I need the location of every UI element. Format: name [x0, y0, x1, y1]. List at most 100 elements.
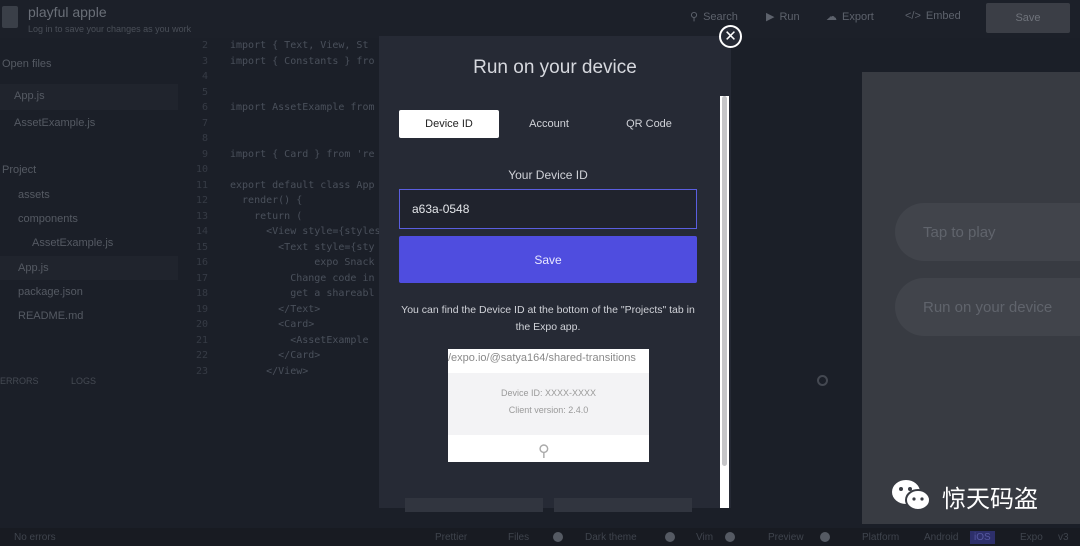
code-line: <View style={styles	[230, 226, 381, 237]
open-file-item[interactable]: AssetExample.js	[14, 117, 95, 129]
code-line: expo Snack	[230, 257, 375, 268]
project-header: Project	[2, 164, 37, 176]
files-toggle[interactable]: Files	[508, 532, 529, 543]
platform-label: Platform	[862, 532, 900, 543]
code-line: <Card>	[230, 319, 315, 330]
line-number: 21	[195, 334, 208, 346]
project-subtitle: Log in to save your changes as you work	[28, 24, 192, 34]
code-line: import { Text, View, St	[230, 40, 369, 51]
expo-label: Expo	[1020, 532, 1043, 543]
run-on-device-modal: Run on your device Device ID Account QR …	[379, 36, 731, 512]
vim-switch[interactable]	[725, 532, 735, 542]
line-number: 14	[195, 226, 208, 237]
card-placeholder	[405, 498, 543, 512]
expo-version[interactable]: v3	[1058, 532, 1069, 543]
snack-logo	[2, 6, 18, 28]
vim-toggle[interactable]: Vim	[696, 532, 713, 543]
code-line: import AssetExample from	[230, 102, 375, 113]
embed-button[interactable]: </> Embed	[905, 10, 961, 22]
line-number: 3	[201, 55, 208, 67]
expo-app-screenshot: /expo.io/@satya164/shared-transitions De…	[448, 349, 649, 462]
line-number: 20	[195, 319, 208, 330]
line-number: 19	[195, 303, 208, 315]
modal-title: Run on your device	[473, 57, 637, 78]
close-modal-button[interactable]: ✕	[719, 25, 742, 48]
open-files-header: Open files	[2, 58, 52, 70]
logs-tab[interactable]: LOGS	[71, 376, 96, 386]
line-number: 15	[195, 241, 208, 253]
cloud-download-icon: ☁	[826, 11, 837, 23]
errors-tab[interactable]: ERRORS	[0, 376, 39, 386]
code-line: <Text style={sty	[230, 241, 375, 253]
folder-item[interactable]: components	[18, 213, 78, 225]
line-number: 10	[195, 164, 208, 175]
file-item[interactable]: package.json	[18, 286, 83, 298]
line-number: 4	[201, 71, 208, 82]
code-line: import { Constants } fro	[230, 55, 375, 67]
code-line: return (	[230, 210, 303, 222]
tab-qr-code[interactable]: QR Code	[599, 110, 699, 138]
file-item[interactable]: README.md	[18, 310, 83, 322]
code-line: <AssetExample	[230, 334, 369, 346]
line-number: 2	[201, 40, 208, 51]
sidebar: Open files App.js AssetExample.js Projec…	[0, 38, 178, 378]
line-number: 12	[195, 195, 208, 206]
platform-android[interactable]: Android	[924, 532, 958, 543]
line-number: 9	[201, 148, 208, 160]
code-line: </Card>	[230, 350, 321, 361]
line-number: 6	[201, 102, 208, 113]
files-switch[interactable]	[553, 532, 563, 542]
search-button[interactable]: ⚲ Search	[690, 10, 738, 24]
code-line: </Text>	[230, 303, 321, 315]
run-on-device-button[interactable]: Run on your device	[895, 278, 1080, 336]
file-item[interactable]: AssetExample.js	[32, 237, 113, 249]
open-file-item[interactable]: App.js	[0, 84, 178, 110]
close-icon: ✕	[724, 28, 737, 45]
code-line: export default class App	[230, 179, 375, 191]
errors-status[interactable]: No errors	[14, 532, 56, 543]
dark-theme-toggle[interactable]: Dark theme	[585, 532, 637, 543]
project-title[interactable]: playful apple	[28, 4, 107, 20]
line-number: 8	[201, 133, 208, 144]
tap-to-play-button[interactable]: Tap to play	[895, 203, 1080, 261]
line-number: 18	[195, 288, 208, 299]
line-number: 7	[201, 117, 208, 129]
save-device-id-button[interactable]: Save	[399, 236, 697, 283]
status-bar: No errors Prettier Files Dark theme Vim …	[0, 528, 1080, 546]
top-bar: playful apple Log in to save your change…	[0, 0, 1080, 38]
wechat-icon	[892, 480, 931, 511]
errors-panel-tabs: ERRORS LOGS	[0, 376, 96, 386]
search-icon: ⚲	[538, 443, 550, 460]
code-icon: </>	[905, 10, 921, 22]
prettier-toggle[interactable]: Prettier	[435, 532, 467, 543]
close-panel-icon[interactable]	[817, 375, 828, 386]
line-number: 11	[195, 179, 208, 191]
tab-device-id[interactable]: Device ID	[399, 110, 499, 138]
dark-theme-switch[interactable]	[665, 532, 675, 542]
screenshot-url: /expo.io/@satya164/shared-transitions	[448, 352, 636, 364]
file-item[interactable]: App.js	[0, 256, 178, 280]
code-line: Change code in	[230, 272, 375, 284]
preview-toggle[interactable]: Preview	[768, 532, 804, 543]
play-icon: ▶	[766, 11, 775, 23]
line-number: 23	[195, 365, 208, 377]
line-number: 22	[195, 350, 208, 361]
line-number: 17	[195, 272, 208, 284]
watermark: 惊天码盗	[890, 478, 1038, 514]
save-button[interactable]: Save	[986, 3, 1070, 33]
scrollbar-thumb[interactable]	[722, 96, 727, 466]
export-button[interactable]: ☁ Export	[826, 10, 874, 24]
preview-switch[interactable]	[820, 532, 830, 542]
folder-item[interactable]: assets	[18, 189, 50, 201]
platform-ios[interactable]: iOS	[970, 531, 995, 544]
line-number: 13	[195, 210, 208, 222]
code-line: render() {	[230, 195, 303, 206]
screenshot-client-version: Client version: 2.4.0	[508, 405, 589, 415]
help-text: You can find the Device ID at the bottom…	[401, 304, 695, 333]
run-button[interactable]: ▶ Run	[766, 10, 800, 24]
tab-account[interactable]: Account	[499, 110, 599, 138]
search-icon: ⚲	[690, 11, 699, 23]
device-id-input[interactable]	[399, 189, 697, 229]
code-editor[interactable]: 2 import { Text, View, St 3 import { Consta…	[190, 38, 381, 377]
code-line: import { Card } from 're	[230, 148, 375, 160]
